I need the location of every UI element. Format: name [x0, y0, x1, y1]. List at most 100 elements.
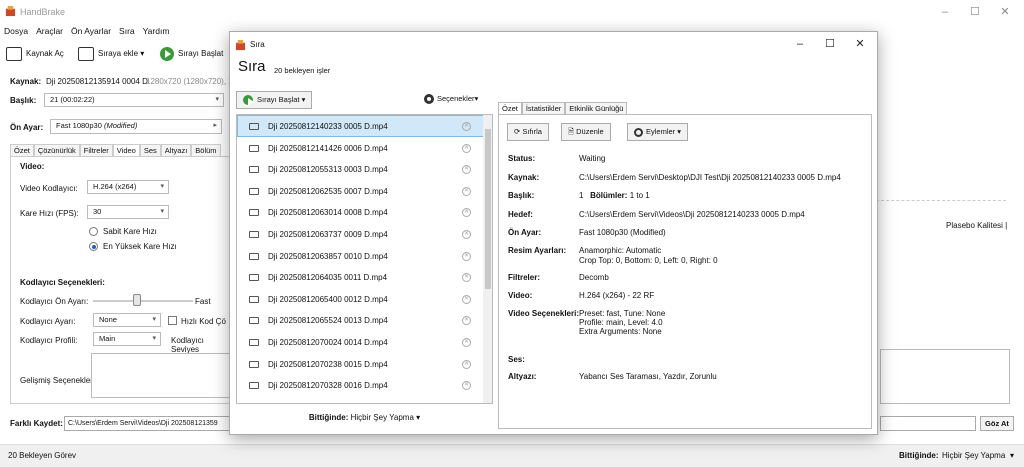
- framerate-select[interactable]: 30 ▾: [87, 205, 169, 219]
- actions-button[interactable]: Eylemler ▾: [627, 123, 689, 141]
- source-value: Dji 20250812135914 0004 D: [46, 77, 148, 86]
- chevron-down-icon: ▾: [152, 316, 156, 323]
- fast-decode-checkbox[interactable]: [168, 316, 177, 325]
- reset-button[interactable]: ⟳ Sıfırla: [507, 123, 549, 141]
- queue-minimize-button[interactable]: –: [785, 36, 815, 52]
- queue-titlebar: Sıra – ☐ ✕: [230, 32, 877, 58]
- queue-item-label: Dji 20250812064035 0011 D.mp4: [268, 273, 388, 283]
- remove-item-icon[interactable]: ✕: [462, 381, 471, 391]
- chevron-down-icon: ▾: [215, 96, 219, 103]
- tab-summary[interactable]: Özet: [498, 102, 522, 114]
- quality-slider[interactable]: [876, 200, 1006, 201]
- queue-item[interactable]: Dji 20250812055313 0003 D.mp4 ✕: [237, 158, 492, 180]
- video-file-icon: [249, 209, 259, 217]
- remove-item-icon[interactable]: ✕: [462, 251, 471, 261]
- remove-item-icon[interactable]: ✕: [462, 143, 471, 153]
- queue-item[interactable]: Dji 20250812065524 0013 D.mp4 ✕: [237, 309, 492, 331]
- source-open-button[interactable]: Kaynak Aç: [6, 44, 64, 64]
- remove-item-icon[interactable]: ✕: [462, 337, 471, 347]
- queue-detail-tabs: Özet İstatistikler Etkinlik Günlüğü: [498, 102, 628, 114]
- encoder-preset-slider[interactable]: [93, 300, 193, 302]
- constant-framerate-radio[interactable]: [89, 227, 98, 236]
- remove-item-icon[interactable]: ✕: [462, 186, 471, 196]
- play-icon: [243, 95, 254, 107]
- video-panel: Video: Video Kodlayıcı: H.264 (x264) ▾ Ka…: [10, 156, 233, 404]
- peak-framerate-radio[interactable]: [89, 242, 98, 251]
- queue-item[interactable]: Dji 20250812140233 0005 D.mp4 ✕: [237, 115, 492, 137]
- advanced-options-textarea-right[interactable]: [880, 349, 1010, 404]
- menu-help[interactable]: Yardım: [139, 24, 174, 38]
- queue-item[interactable]: Dji 20250812063014 0008 D.mp4 ✕: [237, 201, 492, 223]
- save-as-input[interactable]: C:\Users\Erdem Servi\Videos\Dji 20250812…: [64, 416, 230, 431]
- queue-when-done-value[interactable]: Hiçbir Şey Yapma: [351, 413, 414, 422]
- tab-statistics[interactable]: İstatistikler: [521, 102, 566, 114]
- queue-maximize-button[interactable]: ☐: [815, 36, 845, 52]
- tune-label: Kodlayıcı Ayarı:: [20, 317, 76, 326]
- chevron-down-icon[interactable]: ▾: [416, 413, 420, 422]
- queue-item[interactable]: Dji 20250812063857 0010 D.mp4 ✕: [237, 245, 492, 267]
- queue-item[interactable]: Dji 20250812064035 0011 D.mp4 ✕: [237, 266, 492, 288]
- tab-filters[interactable]: Filtreler: [79, 144, 113, 156]
- title-label: Başlık:: [10, 96, 37, 105]
- save-as-input-right[interactable]: [880, 416, 976, 431]
- menu-file[interactable]: Dosya: [0, 24, 32, 38]
- tab-chapters[interactable]: Bölüm: [191, 144, 221, 156]
- detail-filters-label: Filtreler:: [508, 273, 541, 282]
- tab-summary[interactable]: Özet: [10, 144, 34, 156]
- peak-framerate-label: En Yüksek Kare Hızı: [103, 242, 177, 251]
- title-select[interactable]: 21 (00:02:22) ▾: [44, 93, 224, 107]
- tab-subtitles[interactable]: Altyazı: [160, 144, 192, 156]
- menu-presets[interactable]: Ön Ayarlar: [67, 24, 115, 38]
- when-done-value[interactable]: Hiçbir Şey Yapma: [942, 451, 1005, 460]
- statusbar: 20 Bekleyen Görev Bittiğinde: Hiçbir Şey…: [0, 444, 1024, 467]
- queue-options-button[interactable]: Seçenekler▾: [424, 94, 478, 105]
- close-button[interactable]: ✕: [985, 3, 1024, 21]
- remove-item-icon[interactable]: ✕: [462, 208, 471, 218]
- remove-item-icon[interactable]: ✕: [462, 294, 471, 304]
- status-label: Status:: [508, 154, 536, 163]
- queue-item[interactable]: Dji 20250812070328 0016 D.mp4 ✕: [237, 374, 492, 396]
- tab-video[interactable]: Video: [112, 144, 140, 156]
- remove-item-icon[interactable]: ✕: [462, 316, 471, 326]
- encoder-preset-slider-thumb[interactable]: [133, 294, 141, 306]
- browse-button[interactable]: Göz At: [980, 416, 1014, 431]
- chevron-down-icon[interactable]: ▾: [1010, 451, 1014, 460]
- preset-select[interactable]: Fast 1080p30 (Modified) ▸: [50, 119, 222, 134]
- queue-item[interactable]: Dji 20250812141426 0006 D.mp4 ✕: [237, 137, 492, 159]
- remove-item-icon[interactable]: ✕: [462, 165, 471, 175]
- queue-item[interactable]: Dji 20250812065400 0012 D.mp4 ✕: [237, 288, 492, 310]
- tab-activity-log[interactable]: Etkinlik Günlüğü: [565, 102, 628, 114]
- tab-dimensions[interactable]: Çözünürlük: [33, 144, 80, 156]
- app-title: HandBrake: [20, 7, 66, 17]
- remove-item-icon[interactable]: ✕: [462, 122, 471, 131]
- fast-decode-label: Hızlı Kod Çö: [181, 317, 226, 326]
- remove-item-icon[interactable]: ✕: [462, 273, 471, 283]
- remove-item-icon[interactable]: ✕: [462, 359, 471, 369]
- document-icon: 🗎: [568, 127, 575, 136]
- queue-item[interactable]: Dji 20250812070238 0015 D.mp4 ✕: [237, 353, 492, 375]
- queue-scrollbar-thumb[interactable]: [485, 129, 491, 289]
- menu-queue[interactable]: Sıra: [115, 24, 139, 38]
- start-queue-button[interactable]: Sırayı Başlat: [160, 44, 223, 64]
- tune-select[interactable]: None ▾: [93, 313, 161, 327]
- queue-start-button[interactable]: Sırayı Başlat ▾: [236, 91, 313, 109]
- tab-audio[interactable]: Ses: [139, 144, 161, 156]
- start-queue-label: Sırayı Başlat: [178, 49, 224, 58]
- queue-item[interactable]: Dji 20250812063737 0009 D.mp4 ✕: [237, 223, 492, 245]
- video-file-icon: [249, 274, 259, 282]
- queue-item[interactable]: Dji 20250812070024 0014 D.mp4 ✕: [237, 331, 492, 353]
- preset-label: Ön Ayar:: [10, 123, 44, 132]
- profile-select[interactable]: Main ▾: [93, 332, 161, 346]
- queue-item[interactable]: Dji 20250812062535 0007 D.mp4 ✕: [237, 180, 492, 202]
- add-to-queue-button[interactable]: Sıraya ekle ▾: [78, 44, 144, 64]
- queue-scrollbar[interactable]: [483, 115, 492, 403]
- queue-close-button[interactable]: ✕: [845, 36, 875, 52]
- source-info: 1280x720 (1280x720), 29: [146, 77, 238, 86]
- menu-tools[interactable]: Araçlar: [32, 24, 67, 38]
- encoder-select[interactable]: H.264 (x264) ▾: [87, 180, 169, 194]
- advanced-options-textarea[interactable]: [91, 353, 233, 398]
- edit-button[interactable]: 🗎 Düzenle: [561, 123, 611, 141]
- encoder-label: Video Kodlayıcı:: [20, 184, 78, 193]
- detail-dest-label: Hedef:: [508, 210, 533, 219]
- remove-item-icon[interactable]: ✕: [462, 229, 471, 239]
